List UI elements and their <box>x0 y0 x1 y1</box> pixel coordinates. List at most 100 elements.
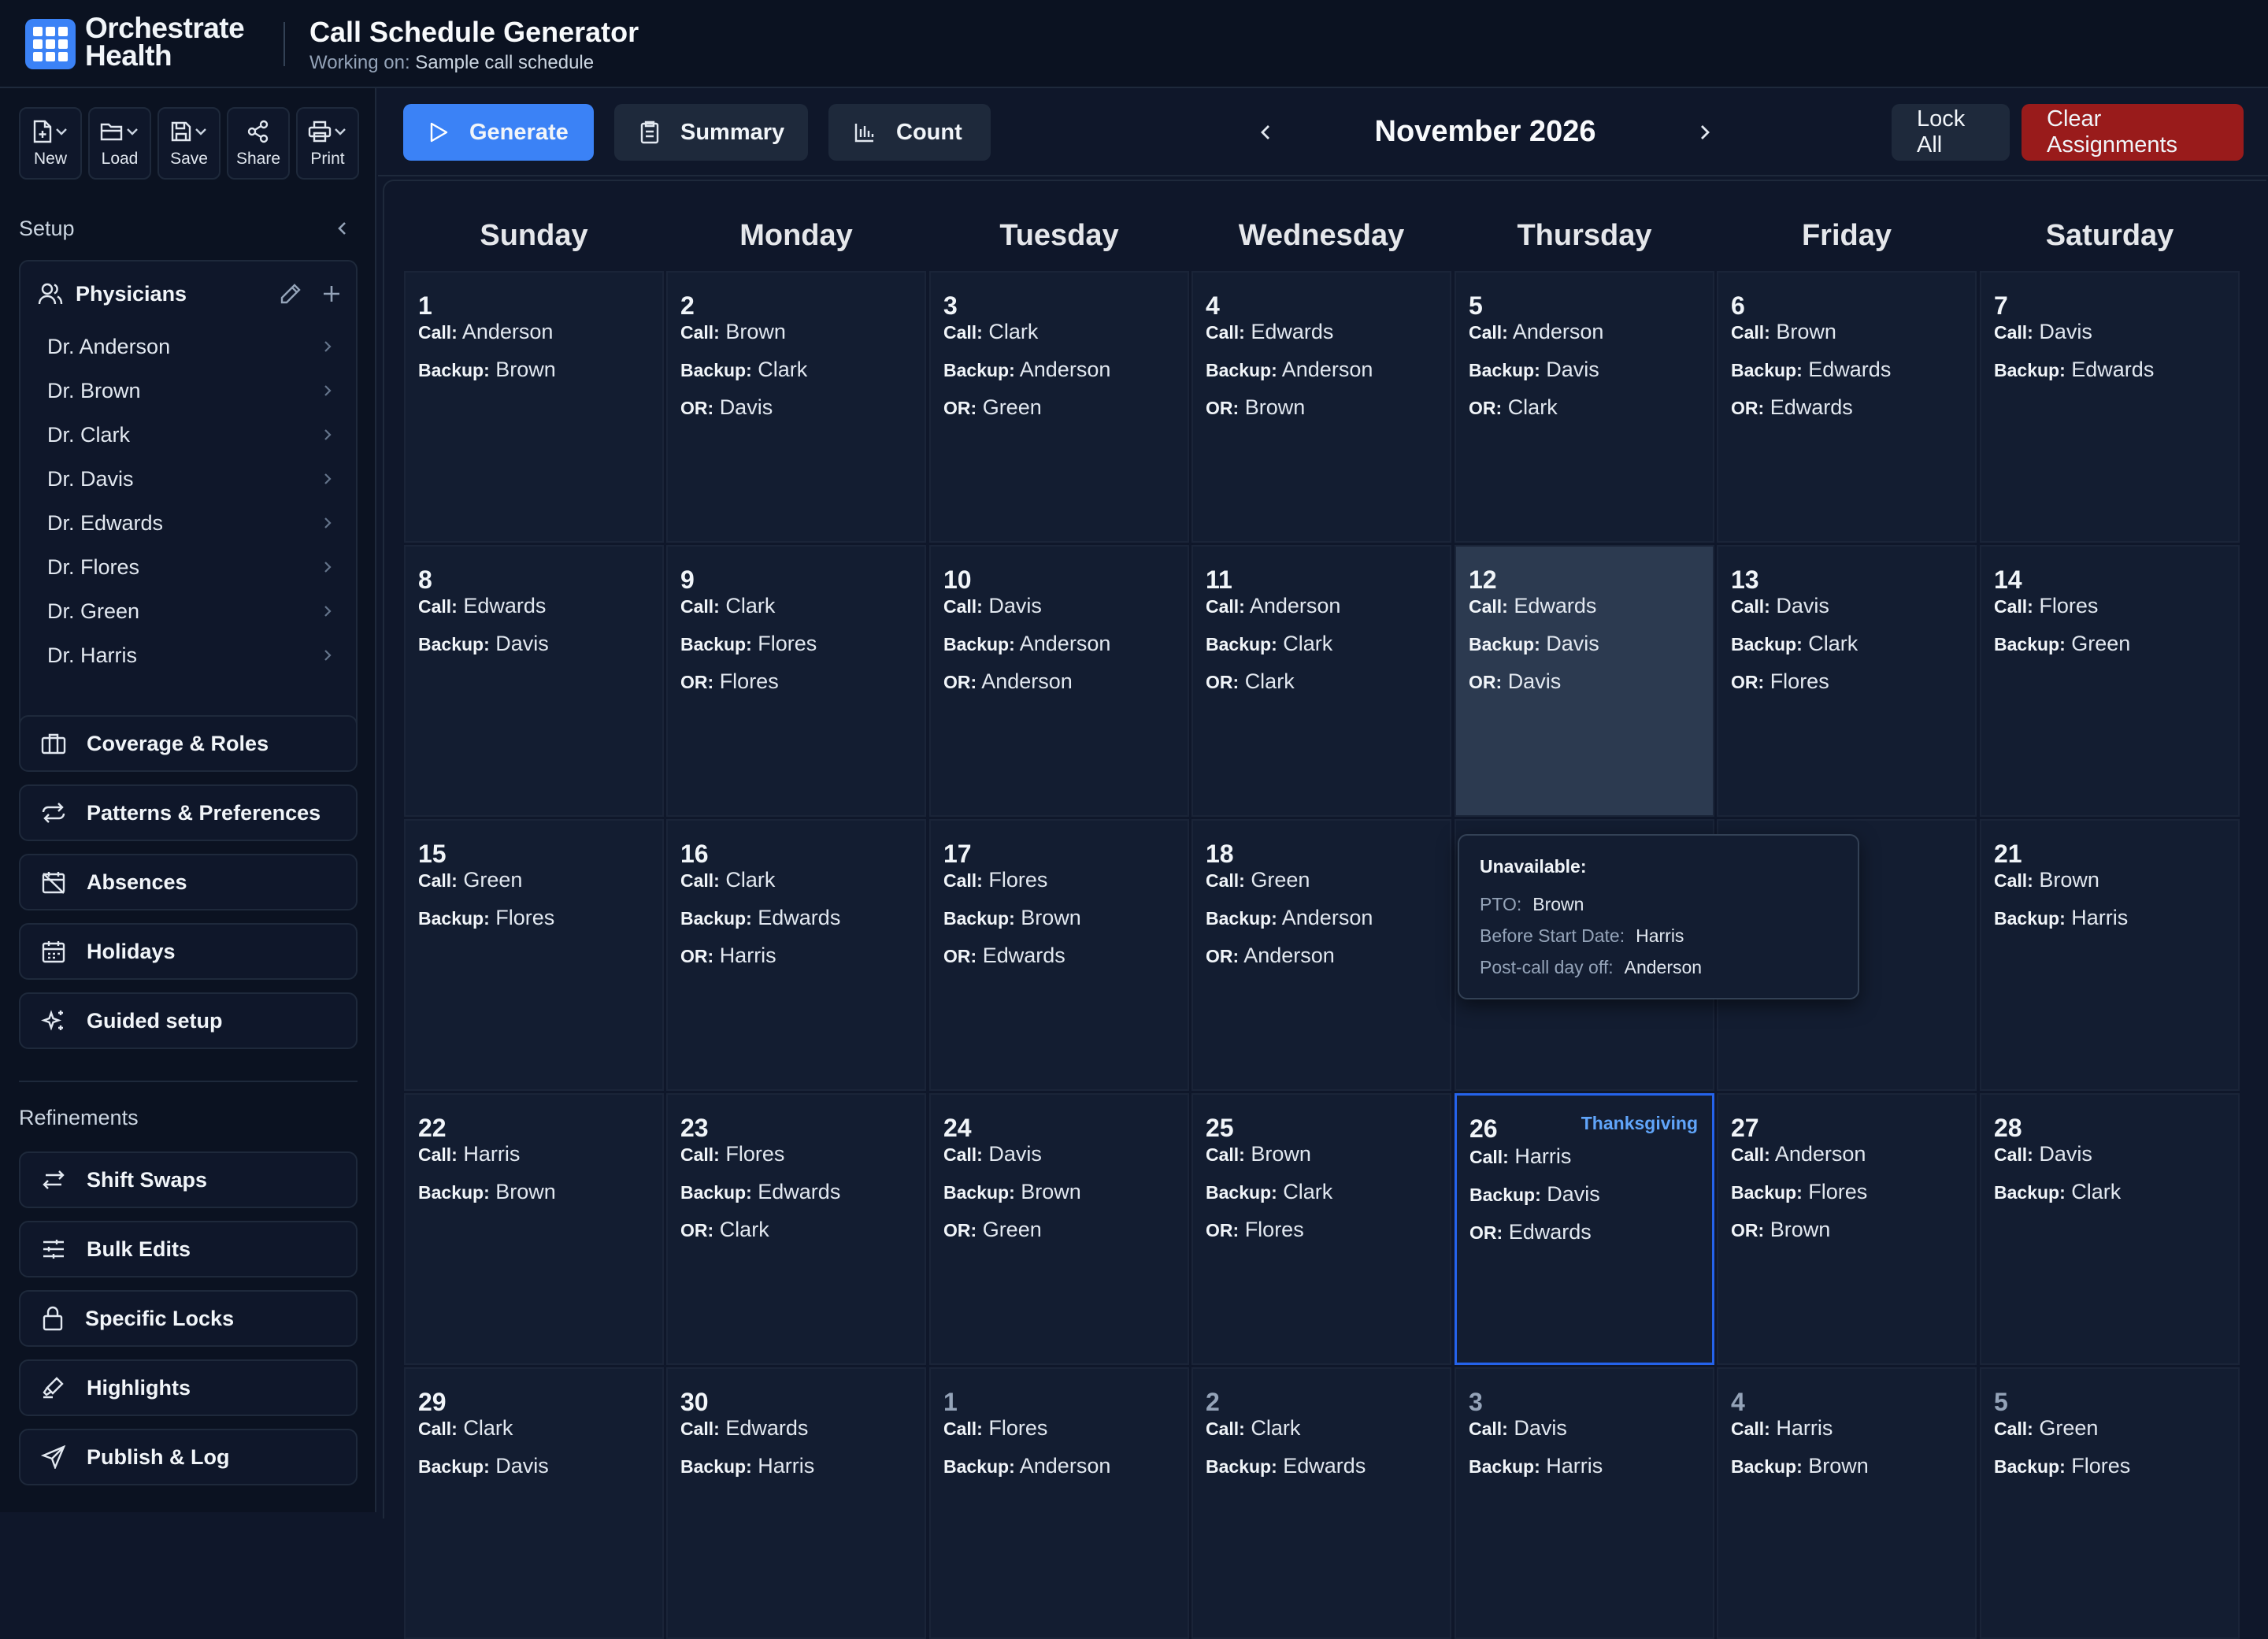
day-cell[interactable]: 25 Call: Brown Backup: Clark OR: Flores <box>1191 1093 1451 1365</box>
physician-item[interactable]: Dr. Edwards <box>20 501 356 545</box>
call-assignment[interactable]: Call: Clark <box>680 868 775 892</box>
or-assignment[interactable]: OR: Brown <box>1206 395 1305 420</box>
day-cell[interactable]: 23 Call: Flores Backup: Edwards OR: Clark <box>666 1093 926 1365</box>
absences-button[interactable]: Absences <box>19 854 358 910</box>
day-cell[interactable]: 3 Call: Clark Backup: Anderson OR: Green <box>929 271 1189 543</box>
or-assignment[interactable]: OR: Green <box>943 395 1042 420</box>
backup-assignment[interactable]: Backup: Green <box>1994 632 2130 656</box>
day-cell[interactable]: 28 Call: Davis Backup: Clark <box>1980 1093 2240 1365</box>
backup-assignment[interactable]: Backup: Anderson <box>1206 906 1373 930</box>
call-assignment[interactable]: Call: Edwards <box>1469 594 1596 618</box>
call-assignment[interactable]: Call: Edwards <box>418 594 546 618</box>
day-cell[interactable]: 16 Call: Clark Backup: Edwards OR: Harris <box>666 819 926 1091</box>
backup-assignment[interactable]: Backup: Flores <box>1994 1454 2130 1478</box>
physician-item[interactable]: Dr. Brown <box>20 369 356 413</box>
call-assignment[interactable]: Call: Flores <box>1994 594 2098 618</box>
or-assignment[interactable]: OR: Green <box>943 1218 1042 1242</box>
day-cell[interactable]: 26 Thanksgiving Call: Harris Backup: Davis O… <box>1455 1093 1714 1365</box>
or-assignment[interactable]: OR: Davis <box>1469 669 1561 694</box>
day-cell[interactable]: 30 Call: Edwards Backup: Harris <box>666 1367 926 1639</box>
backup-assignment[interactable]: Backup: Harris <box>1469 1454 1603 1478</box>
day-cell[interactable]: 13 Call: Davis Backup: Clark OR: Flores <box>1717 545 1977 817</box>
physician-item[interactable]: Dr. Green <box>20 589 356 633</box>
day-cell[interactable]: 5 Call: Green Backup: Flores <box>1980 1367 2240 1639</box>
generate-button[interactable]: Generate <box>403 104 594 161</box>
call-assignment[interactable]: Call: Brown <box>680 320 786 344</box>
day-cell[interactable]: 12 Call: Edwards Backup: Davis OR: Davis <box>1455 545 1714 817</box>
day-cell[interactable]: 9 Call: Clark Backup: Flores OR: Flores <box>666 545 926 817</box>
or-assignment[interactable]: OR: Clark <box>1206 669 1295 694</box>
bulk-edits-button[interactable]: Bulk Edits <box>19 1221 358 1277</box>
collapse-chevron-left-icon[interactable] <box>335 220 350 237</box>
call-assignment[interactable]: Call: Davis <box>943 1142 1042 1166</box>
day-cell[interactable]: 5 Call: Anderson Backup: Davis OR: Clark <box>1455 271 1714 543</box>
call-assignment[interactable]: Call: Harris <box>418 1142 520 1166</box>
call-assignment[interactable]: Call: Clark <box>680 594 775 618</box>
day-cell[interactable]: 2 Call: Brown Backup: Clark OR: Davis <box>666 271 926 543</box>
day-cell[interactable]: 27 Call: Anderson Backup: Flores OR: Brown <box>1717 1093 1977 1365</box>
backup-assignment[interactable]: Backup: Clark <box>1206 632 1332 656</box>
call-assignment[interactable]: Call: Flores <box>943 868 1047 892</box>
call-assignment[interactable]: Call: Brown <box>1994 868 2099 892</box>
backup-assignment[interactable]: Backup: Edwards <box>680 906 840 930</box>
or-assignment[interactable]: OR: Edwards <box>1731 395 1853 420</box>
call-assignment[interactable]: Call: Green <box>418 868 522 892</box>
call-assignment[interactable]: Call: Green <box>1206 868 1310 892</box>
guided-setup-button[interactable]: Guided setup <box>19 992 358 1049</box>
day-cell[interactable]: 4 Call: Harris Backup: Brown <box>1717 1367 1977 1639</box>
or-assignment[interactable]: OR: Edwards <box>943 944 1065 968</box>
day-cell[interactable]: 21 Call: Brown Backup: Harris <box>1980 819 2240 1091</box>
call-assignment[interactable]: Call: Brown <box>1206 1142 1311 1166</box>
or-assignment[interactable]: OR: Clark <box>680 1218 769 1242</box>
specific-locks-button[interactable]: Specific Locks <box>19 1290 358 1347</box>
or-assignment[interactable]: OR: Davis <box>680 395 773 420</box>
day-cell[interactable]: 1 Call: Flores Backup: Anderson <box>929 1367 1189 1639</box>
backup-assignment[interactable]: Backup: Davis <box>418 1454 549 1478</box>
day-cell[interactable]: 18 Call: Green Backup: Anderson OR: Anderso… <box>1191 819 1451 1091</box>
backup-assignment[interactable]: Backup: Flores <box>418 906 554 930</box>
backup-assignment[interactable]: Backup: Clark <box>1994 1180 2121 1204</box>
backup-assignment[interactable]: Backup: Anderson <box>1206 358 1373 382</box>
call-assignment[interactable]: Call: Edwards <box>1206 320 1333 344</box>
backup-assignment[interactable]: Backup: Brown <box>418 358 556 382</box>
call-assignment[interactable]: Call: Clark <box>943 320 1038 344</box>
print-button[interactable]: Print <box>296 107 359 180</box>
physician-item[interactable]: Dr. Clark <box>20 413 356 457</box>
call-assignment[interactable]: Call: Clark <box>418 1416 513 1441</box>
call-assignment[interactable]: Call: Anderson <box>1206 594 1340 618</box>
or-assignment[interactable]: OR: Flores <box>680 669 779 694</box>
or-assignment[interactable]: OR: Anderson <box>943 669 1073 694</box>
coverage-roles-button[interactable]: Coverage & Roles <box>19 715 358 772</box>
backup-assignment[interactable]: Backup: Edwards <box>1994 358 2154 382</box>
add-physician-plus-icon[interactable] <box>321 284 342 304</box>
patterns-preferences-button[interactable]: Patterns & Preferences <box>19 784 358 841</box>
physician-item[interactable]: Dr. Anderson <box>20 324 356 369</box>
day-cell[interactable]: 2 Call: Clark Backup: Edwards <box>1191 1367 1451 1639</box>
backup-assignment[interactable]: Backup: Clark <box>680 358 807 382</box>
backup-assignment[interactable]: Backup: Brown <box>943 906 1081 930</box>
call-assignment[interactable]: Call: Flores <box>680 1142 784 1166</box>
save-button[interactable]: Save <box>158 107 220 180</box>
call-assignment[interactable]: Call: Harris <box>1469 1144 1571 1169</box>
call-assignment[interactable]: Call: Flores <box>943 1416 1047 1441</box>
backup-assignment[interactable]: Backup: Brown <box>943 1180 1081 1204</box>
call-assignment[interactable]: Call: Anderson <box>1469 320 1603 344</box>
backup-assignment[interactable]: Backup: Brown <box>1731 1454 1869 1478</box>
day-cell[interactable]: 14 Call: Flores Backup: Green <box>1980 545 2240 817</box>
call-assignment[interactable]: Call: Davis <box>943 594 1042 618</box>
backup-assignment[interactable]: Backup: Davis <box>1469 632 1599 656</box>
backup-assignment[interactable]: Backup: Flores <box>680 632 817 656</box>
backup-assignment[interactable]: Backup: Harris <box>680 1454 814 1478</box>
holidays-button[interactable]: Holidays <box>19 923 358 980</box>
day-cell[interactable]: 22 Call: Harris Backup: Brown <box>404 1093 664 1365</box>
day-cell[interactable]: 4 Call: Edwards Backup: Anderson OR: Brown <box>1191 271 1451 543</box>
backup-assignment[interactable]: Backup: Davis <box>418 632 549 656</box>
publish-log-button[interactable]: Publish & Log <box>19 1429 358 1485</box>
physician-item[interactable]: Dr. Harris <box>20 633 356 677</box>
backup-assignment[interactable]: Backup: Edwards <box>680 1180 840 1204</box>
call-assignment[interactable]: Call: Green <box>1994 1416 2098 1441</box>
call-assignment[interactable]: Call: Harris <box>1731 1416 1833 1441</box>
call-assignment[interactable]: Call: Davis <box>1731 594 1829 618</box>
or-assignment[interactable]: OR: Anderson <box>1206 944 1335 968</box>
call-assignment[interactable]: Call: Brown <box>1731 320 1836 344</box>
